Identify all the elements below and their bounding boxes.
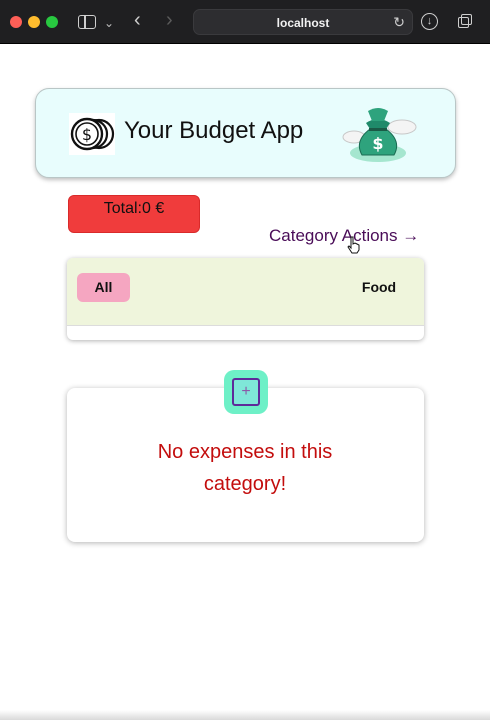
app-header: $ Your Budget App $: [35, 88, 456, 178]
tab-food[interactable]: Food: [349, 273, 409, 302]
back-arrow-icon[interactable]: ‹: [134, 9, 141, 31]
maximize-window-button[interactable]: [46, 16, 58, 28]
sidebar-icon[interactable]: [78, 15, 96, 29]
category-tabs-panel: All Food: [67, 258, 424, 340]
add-expense-button[interactable]: +: [224, 370, 268, 414]
browser-toolbar: ⌄ ‹ › localhost ↻ ↓: [0, 0, 490, 44]
reload-icon[interactable]: ↻: [393, 14, 405, 31]
svg-text:$: $: [82, 125, 92, 144]
total-amount: Total:0 €: [103, 200, 165, 217]
category-actions-link[interactable]: Category Actions →: [269, 226, 419, 246]
empty-expenses-message: No expenses in this category!: [157, 441, 333, 495]
forward-arrow-icon[interactable]: ›: [166, 9, 173, 31]
svg-text:$: $: [372, 134, 383, 153]
money-bag-icon: $: [342, 103, 420, 165]
tab-all[interactable]: All: [77, 273, 130, 302]
app-title: Your Budget App: [124, 117, 304, 144]
chevron-down-icon[interactable]: ⌄: [104, 12, 114, 34]
download-icon[interactable]: ↓: [421, 13, 438, 30]
address-text: localhost: [276, 16, 330, 30]
tabs-overview-icon[interactable]: [458, 14, 472, 28]
close-window-button[interactable]: [10, 16, 22, 28]
minimize-window-button[interactable]: [28, 16, 40, 28]
coins-icon: $: [69, 113, 115, 155]
hand-cursor-icon: [347, 236, 361, 254]
bottom-edge: [0, 710, 490, 720]
plus-icon: +: [232, 378, 260, 406]
address-bar[interactable]: localhost ↻: [193, 9, 413, 35]
total-badge: Total:0 €: [68, 195, 200, 233]
category-tabs: All Food: [67, 258, 424, 326]
